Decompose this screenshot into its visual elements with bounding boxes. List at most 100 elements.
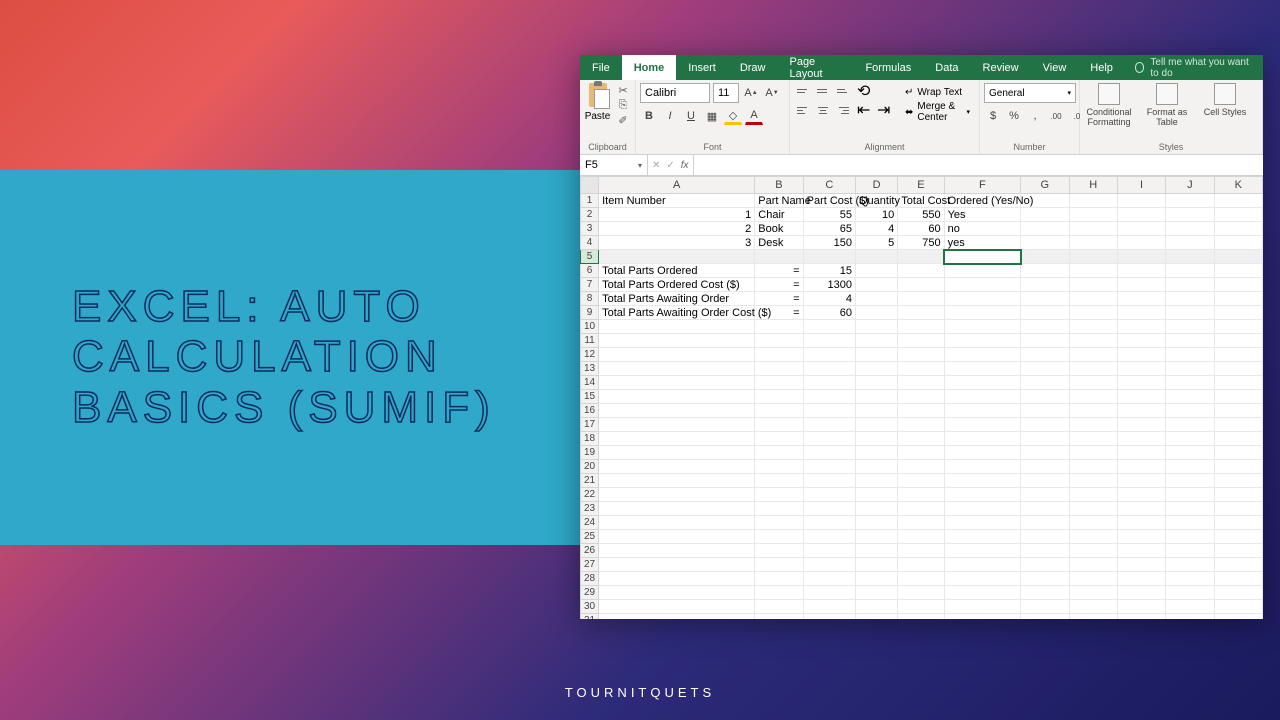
cell[interactable] — [1021, 264, 1069, 278]
cell[interactable] — [1021, 376, 1069, 390]
cell[interactable]: 65 — [803, 222, 855, 236]
cell[interactable] — [855, 474, 897, 488]
cell[interactable] — [1214, 432, 1262, 446]
cell[interactable] — [1021, 404, 1069, 418]
col-header-J[interactable]: J — [1166, 177, 1214, 194]
cell[interactable] — [1214, 586, 1262, 600]
cell[interactable] — [1021, 614, 1069, 620]
cell[interactable] — [1021, 292, 1069, 306]
cell[interactable] — [803, 250, 855, 264]
cell[interactable]: 10 — [855, 208, 897, 222]
row-header[interactable]: 8 — [581, 292, 599, 306]
cell[interactable] — [1069, 264, 1117, 278]
cell[interactable]: yes — [944, 236, 1021, 250]
cell[interactable] — [855, 544, 897, 558]
cell[interactable] — [1117, 474, 1165, 488]
name-box[interactable]: F5 ▾ — [580, 155, 648, 175]
col-header-H[interactable]: H — [1069, 177, 1117, 194]
cell[interactable] — [1166, 558, 1214, 572]
cell[interactable] — [1069, 278, 1117, 292]
cell[interactable] — [803, 586, 855, 600]
cell[interactable] — [1069, 572, 1117, 586]
cell[interactable] — [855, 516, 897, 530]
cell[interactable] — [898, 348, 944, 362]
comma-button[interactable]: , — [1026, 107, 1044, 125]
cell[interactable]: Total Cost — [898, 194, 944, 208]
row-header[interactable]: 7 — [581, 278, 599, 292]
cell[interactable] — [1166, 208, 1214, 222]
cell[interactable] — [755, 320, 803, 334]
cell[interactable] — [1021, 572, 1069, 586]
cell[interactable]: 150 — [803, 236, 855, 250]
cell[interactable] — [1069, 474, 1117, 488]
row-header[interactable]: 4 — [581, 236, 599, 250]
cell[interactable] — [755, 474, 803, 488]
cell[interactable] — [803, 516, 855, 530]
cell[interactable] — [1069, 320, 1117, 334]
cell[interactable] — [1214, 390, 1262, 404]
cell[interactable] — [1069, 502, 1117, 516]
cell[interactable] — [1117, 516, 1165, 530]
cell[interactable] — [1069, 376, 1117, 390]
cell[interactable] — [1214, 502, 1262, 516]
cell[interactable] — [855, 614, 897, 620]
cell[interactable] — [944, 264, 1021, 278]
cell[interactable] — [1021, 432, 1069, 446]
cell[interactable] — [944, 474, 1021, 488]
cell[interactable]: Book — [755, 222, 803, 236]
cell[interactable] — [944, 614, 1021, 620]
cell[interactable] — [1021, 488, 1069, 502]
cell[interactable] — [1166, 460, 1214, 474]
cell[interactable] — [1021, 530, 1069, 544]
cell[interactable] — [1117, 586, 1165, 600]
cell[interactable] — [1021, 320, 1069, 334]
cell[interactable] — [1214, 208, 1262, 222]
cell[interactable] — [1069, 208, 1117, 222]
decrease-font-button[interactable]: A▼ — [763, 84, 781, 102]
cell[interactable] — [599, 390, 755, 404]
cell[interactable]: = — [755, 264, 803, 278]
cell[interactable] — [898, 614, 944, 620]
cell[interactable] — [1166, 600, 1214, 614]
cell[interactable] — [944, 600, 1021, 614]
percent-button[interactable]: % — [1005, 107, 1023, 125]
format-painter-button[interactable]: ✐ — [615, 113, 631, 127]
cell[interactable] — [1166, 488, 1214, 502]
row-header[interactable]: 6 — [581, 264, 599, 278]
cell[interactable] — [755, 544, 803, 558]
tab-help[interactable]: Help — [1078, 55, 1125, 80]
conditional-formatting-button[interactable]: Conditional Formatting — [1084, 83, 1134, 127]
cell[interactable] — [1166, 306, 1214, 320]
cell[interactable] — [803, 320, 855, 334]
cell[interactable] — [1214, 334, 1262, 348]
cell[interactable] — [1214, 222, 1262, 236]
cell[interactable]: 3 — [599, 236, 755, 250]
cell[interactable]: 2 — [599, 222, 755, 236]
row-header[interactable]: 11 — [581, 334, 599, 348]
cell[interactable] — [755, 418, 803, 432]
cell[interactable] — [1214, 348, 1262, 362]
cell[interactable] — [1166, 292, 1214, 306]
cell[interactable] — [1214, 250, 1262, 264]
cell[interactable] — [803, 362, 855, 376]
cell[interactable] — [1021, 586, 1069, 600]
cell[interactable]: Desk — [755, 236, 803, 250]
cell[interactable]: 60 — [898, 222, 944, 236]
cell[interactable] — [599, 614, 755, 620]
cell[interactable]: 1 — [599, 208, 755, 222]
cell[interactable] — [755, 390, 803, 404]
cell[interactable] — [1117, 348, 1165, 362]
cell[interactable] — [898, 320, 944, 334]
cell[interactable] — [1021, 250, 1069, 264]
cell[interactable] — [1214, 460, 1262, 474]
cell[interactable] — [755, 432, 803, 446]
cell[interactable] — [944, 432, 1021, 446]
align-middle-button[interactable] — [814, 83, 832, 99]
cell[interactable] — [599, 544, 755, 558]
cell[interactable] — [803, 432, 855, 446]
tab-insert[interactable]: Insert — [676, 55, 728, 80]
cell[interactable] — [1117, 250, 1165, 264]
cell[interactable] — [1117, 502, 1165, 516]
cell[interactable]: 15 — [803, 264, 855, 278]
row-header[interactable]: 26 — [581, 544, 599, 558]
